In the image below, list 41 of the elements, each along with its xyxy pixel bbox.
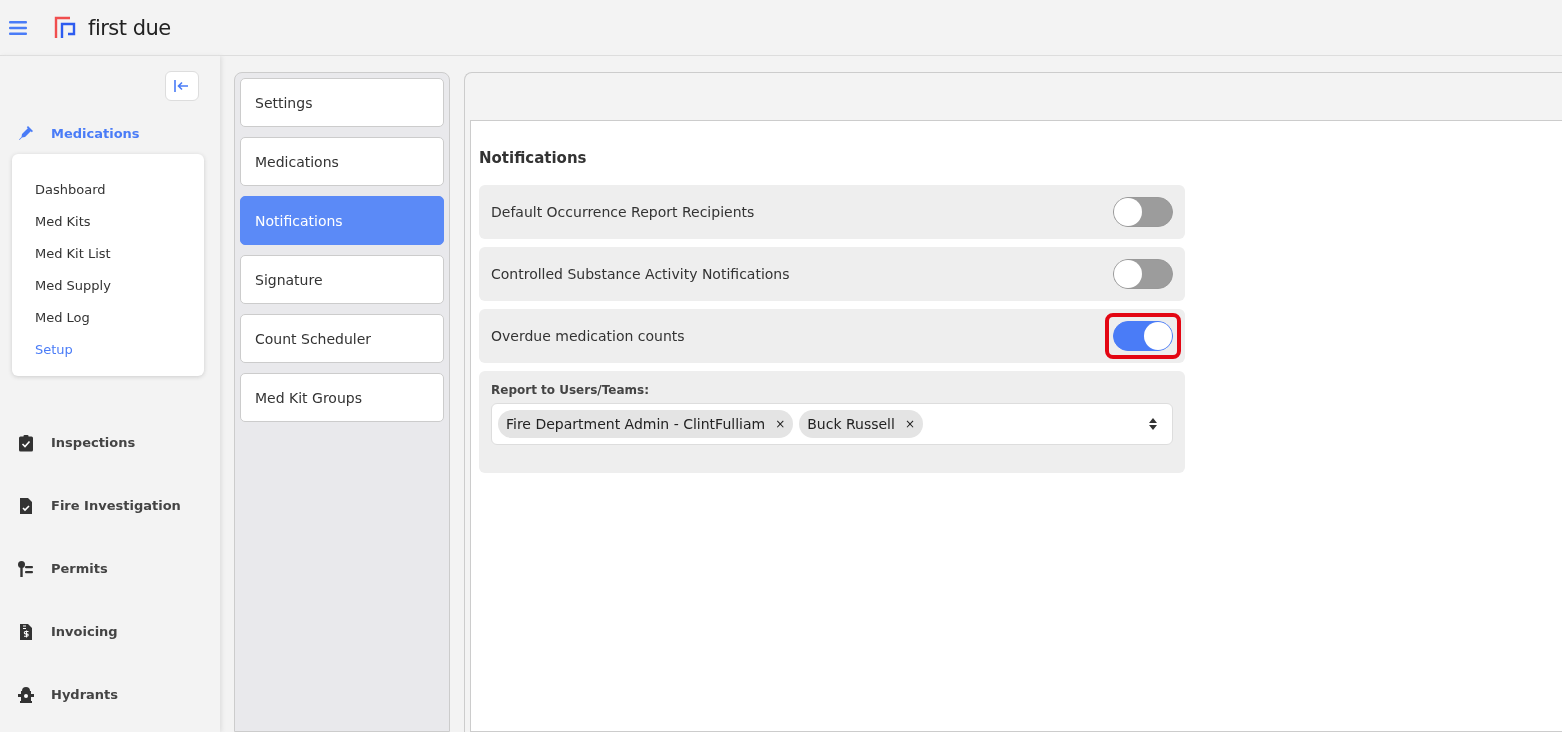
setup-tab[interactable]: Medications (240, 137, 444, 186)
multi-select-field[interactable]: Fire Department Admin - ClintFulliam × Buck Russell × (491, 403, 1173, 445)
module-item[interactable]: Permits (0, 537, 220, 600)
module-item[interactable]: Fire Investigation (0, 474, 220, 537)
submenu-item[interactable]: Dashboard (12, 174, 204, 206)
tag-label: Buck Russell (807, 416, 895, 432)
notification-label: Overdue medication counts (491, 328, 685, 344)
section-title: Notifications (479, 149, 588, 167)
module-item[interactable]: Hydrants (0, 663, 220, 726)
submenu-item[interactable]: Setup (12, 334, 204, 366)
document-check-icon (17, 496, 35, 515)
field-label: Report to Users/Teams: (491, 383, 650, 397)
submenu-item[interactable]: Med Kit List (12, 238, 204, 270)
menu-icon[interactable] (9, 20, 27, 35)
module-item[interactable]: Inspections (0, 411, 220, 474)
setup-tab[interactable]: Count Scheduler (240, 314, 444, 363)
toggle-switch[interactable] (1113, 321, 1173, 351)
submenu-item[interactable]: Med Kits (12, 206, 204, 238)
collapse-sidebar-button[interactable] (165, 71, 199, 101)
clipboard-check-icon (17, 433, 35, 452)
toggle-switch[interactable] (1113, 197, 1173, 227)
syringe-icon (17, 124, 35, 142)
remove-tag-button[interactable]: × (904, 417, 915, 431)
logo-icon (54, 15, 78, 40)
setup-tab[interactable]: Settings (240, 78, 444, 127)
toggle-switch[interactable] (1113, 259, 1173, 289)
module-item[interactable]: Invoicing (0, 600, 220, 663)
sort-arrows-icon (1148, 417, 1158, 431)
invoice-icon (17, 622, 35, 641)
setup-tab[interactable]: Med Kit Groups (240, 373, 444, 422)
tag-label: Fire Department Admin - ClintFulliam (506, 416, 766, 432)
setup-tab[interactable]: Signature (240, 255, 444, 304)
key-list-icon (17, 559, 35, 578)
brand-name: first due (88, 15, 171, 40)
hydrant-icon (17, 685, 35, 704)
remove-tag-button[interactable]: × (775, 417, 786, 431)
notification-label: Controlled Substance Activity Notifications (491, 266, 790, 282)
notification-label: Default Occurrence Report Recipients (491, 204, 755, 220)
submenu-item[interactable]: Med Log (12, 302, 204, 334)
collapse-icon (174, 79, 190, 93)
submenu-item[interactable]: Med Supply (12, 270, 204, 302)
